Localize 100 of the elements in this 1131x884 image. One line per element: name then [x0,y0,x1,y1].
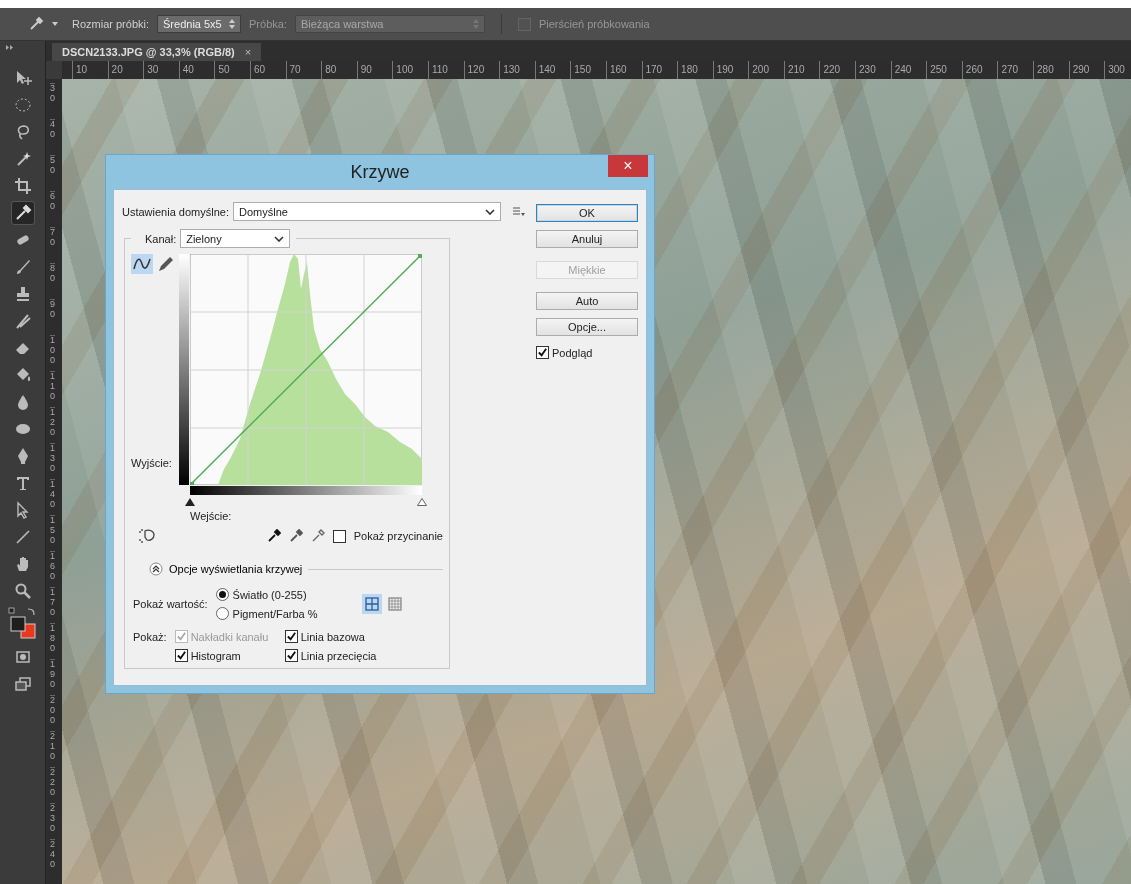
eyedropper-icon[interactable] [288,529,303,543]
radio-button[interactable] [215,588,229,601]
ruler-number: 230 [50,803,55,839]
checkbox-label: Histogram [190,649,241,662]
ruler-number: 280 [1033,61,1069,79]
ruler-number: 80 [321,61,357,79]
ruler-number: 300 [1104,61,1131,79]
ruler-number: 250 [926,61,962,79]
double-arrow-icon[interactable] [6,45,14,50]
ruler-number: 60 [50,191,55,227]
ruler-number: 190 [50,659,55,695]
ruler-number: 140 [534,61,571,79]
ruler-number: 100 [50,335,55,371]
ruler-number: 160 [50,551,55,587]
section-title: Opcje wyświetlania krzywej [169,563,303,575]
shadow-slider-thumb[interactable] [185,498,195,506]
ruler-number: 200 [748,61,784,79]
ruler-number: 200 [50,695,55,731]
channel-select[interactable]: Zielony [180,229,291,248]
eyedropper-icon[interactable] [11,202,34,224]
ruler-number: 190 [712,61,749,79]
collapse-icon[interactable] [149,562,163,576]
checkbox-label: Nakładki kanału [190,630,269,643]
highlight-slider-thumb[interactable] [417,498,427,506]
dialog-button[interactable]: Auto [536,292,638,310]
checkbox-label: Podgląd [552,346,593,359]
ruler-number: 50 [214,61,250,79]
ruler-number: 40 [178,61,215,79]
caret-icon[interactable] [52,22,58,26]
ruler-number: 120 [463,61,500,79]
ruler-number: 230 [855,61,891,79]
chevron-down-icon [485,208,495,215]
checkbox-label: Pokaż przycinanie [353,530,443,542]
close-tab-button[interactable]: × [244,46,252,58]
ruler-number: 240 [50,839,55,875]
ruler-number: 100 [392,61,428,79]
checkbox[interactable] [284,630,298,643]
menu-icon[interactable] [513,206,525,217]
ruler-number: 30 [143,61,179,79]
ruler-number: 30 [50,83,55,119]
ruler-number: 160 [605,61,642,79]
color-swatches-icon[interactable] [7,607,38,641]
ruler-number: 130 [50,443,55,479]
checkbox[interactable] [536,346,549,359]
chevron-down-icon [274,235,285,242]
ruler-number: 150 [570,61,606,79]
preset-select[interactable]: Domyślne [233,202,501,221]
checkbox-label: Linia przecięcia [300,649,377,662]
ruler-number: 240 [890,61,927,79]
channel-label: Kanał: [145,232,177,245]
ruler-number: 70 [285,61,322,79]
radio-button[interactable] [215,607,229,620]
input-slider-track[interactable] [185,498,427,506]
ruler-number: 90 [356,61,393,79]
ruler-number: 20 [107,61,144,79]
ok-button[interactable]: OK [536,204,638,222]
ruler-number: 140 [50,479,55,515]
ruler-number: 60 [249,61,286,79]
dialog-title: Krzywe [350,161,410,183]
sample-size-select[interactable]: Średnia 5x5 [157,15,242,33]
ruler-number: 110 [50,371,55,407]
show-amount-label: Pokaż wartość: [133,598,208,610]
checkbox[interactable] [332,529,346,543]
ruler-number: 90 [50,299,55,335]
checkbox-label: Pierścień próbkowania [538,18,650,30]
sample-label: Próbka: [249,18,287,30]
checkbox-label: Linia bazowa [300,630,365,643]
ruler-number: 80 [50,263,55,299]
input-label: Wejście: [190,510,232,522]
ruler-number: 10 [72,61,108,79]
ruler-number: 70 [50,227,55,263]
ruler-number: 130 [499,61,535,79]
ruler-number: 170 [50,587,55,623]
dialog-button[interactable]: Anuluj [536,230,638,248]
ruler-number: 120 [50,407,55,443]
ruler-number: 150 [50,515,55,551]
ruler-number: 170 [641,61,678,79]
curve-tool-icon[interactable] [131,254,153,274]
ruler-number: 220 [50,767,55,803]
checkbox[interactable] [174,649,188,662]
checkbox[interactable] [284,649,298,662]
spinner-arrows-icon [229,19,236,29]
sample-size-label: Rozmiar próbki: [72,18,150,30]
ruler-number: 290 [1068,61,1105,79]
ruler-number: 210 [783,61,820,79]
ruler-number: 180 [677,61,713,79]
ruler-number: 260 [961,61,998,79]
show-label: Pokaż: [133,631,167,643]
output-label: Wyjście: [131,457,173,469]
eyedropper-icon[interactable] [266,529,281,543]
dialog-button[interactable]: Opcje... [536,318,638,336]
spinner-arrows-icon [472,19,479,29]
coarse-grid-icon[interactable] [361,594,382,614]
radio-label: Światło (0-255) [232,588,307,601]
radio-label: Pigment/Farba % [232,607,318,620]
ruler-number: 220 [819,61,856,79]
ruler-number: 180 [50,623,55,659]
ruler-number: 40 [50,119,55,155]
document-tab[interactable]: DSCN2133.JPG @ 33,3% (RGB/8) × [52,43,262,61]
close-button[interactable]: × [608,155,648,177]
